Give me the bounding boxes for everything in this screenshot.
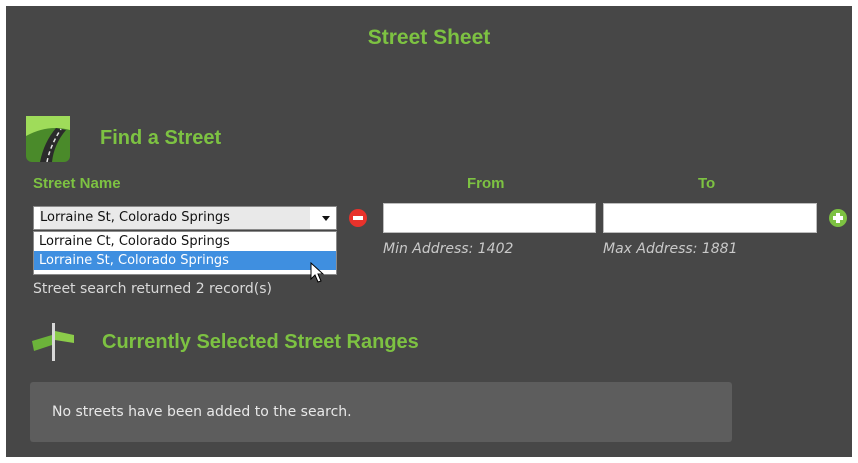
find-street-title: Find a Street xyxy=(100,127,222,149)
road-icon xyxy=(26,116,70,166)
search-status-text: Street search returned 2 record(s) xyxy=(33,281,272,297)
minus-icon xyxy=(353,216,363,220)
add-button[interactable] xyxy=(829,209,847,227)
from-label: From xyxy=(467,175,505,192)
empty-ranges-message: No streets have been added to the search… xyxy=(52,404,352,420)
page-title: Street Sheet xyxy=(367,26,491,49)
to-address-input[interactable] xyxy=(603,203,817,233)
street-sign-icon xyxy=(30,321,78,365)
dropdown-option[interactable]: Lorraine Ct, Colorado Springs xyxy=(34,232,336,251)
from-address-input[interactable] xyxy=(383,203,596,233)
min-address-hint: Min Address: 1402 xyxy=(383,241,514,257)
mouse-cursor-icon xyxy=(310,261,325,288)
chevron-down-icon[interactable] xyxy=(322,216,330,221)
street-sheet-panel: Street Sheet Find a Street Street Name F… xyxy=(6,6,852,457)
street-name-label: Street Name xyxy=(33,175,121,192)
dropdown-option-selected[interactable]: Lorraine St, Colorado Springs xyxy=(34,251,336,270)
max-address-hint: Max Address: 1881 xyxy=(603,241,738,257)
remove-button[interactable] xyxy=(349,209,367,227)
to-label: To xyxy=(698,175,716,192)
selected-ranges-title: Currently Selected Street Ranges xyxy=(102,331,419,353)
street-select-value: Lorraine St, Colorado Springs xyxy=(40,207,310,229)
street-dropdown-list: Lorraine Ct, Colorado Springs Lorraine S… xyxy=(33,231,337,275)
plus-icon-vertical xyxy=(836,213,840,223)
empty-ranges-box: No streets have been added to the search… xyxy=(30,382,732,442)
street-select[interactable]: Lorraine St, Colorado Springs xyxy=(33,206,337,230)
